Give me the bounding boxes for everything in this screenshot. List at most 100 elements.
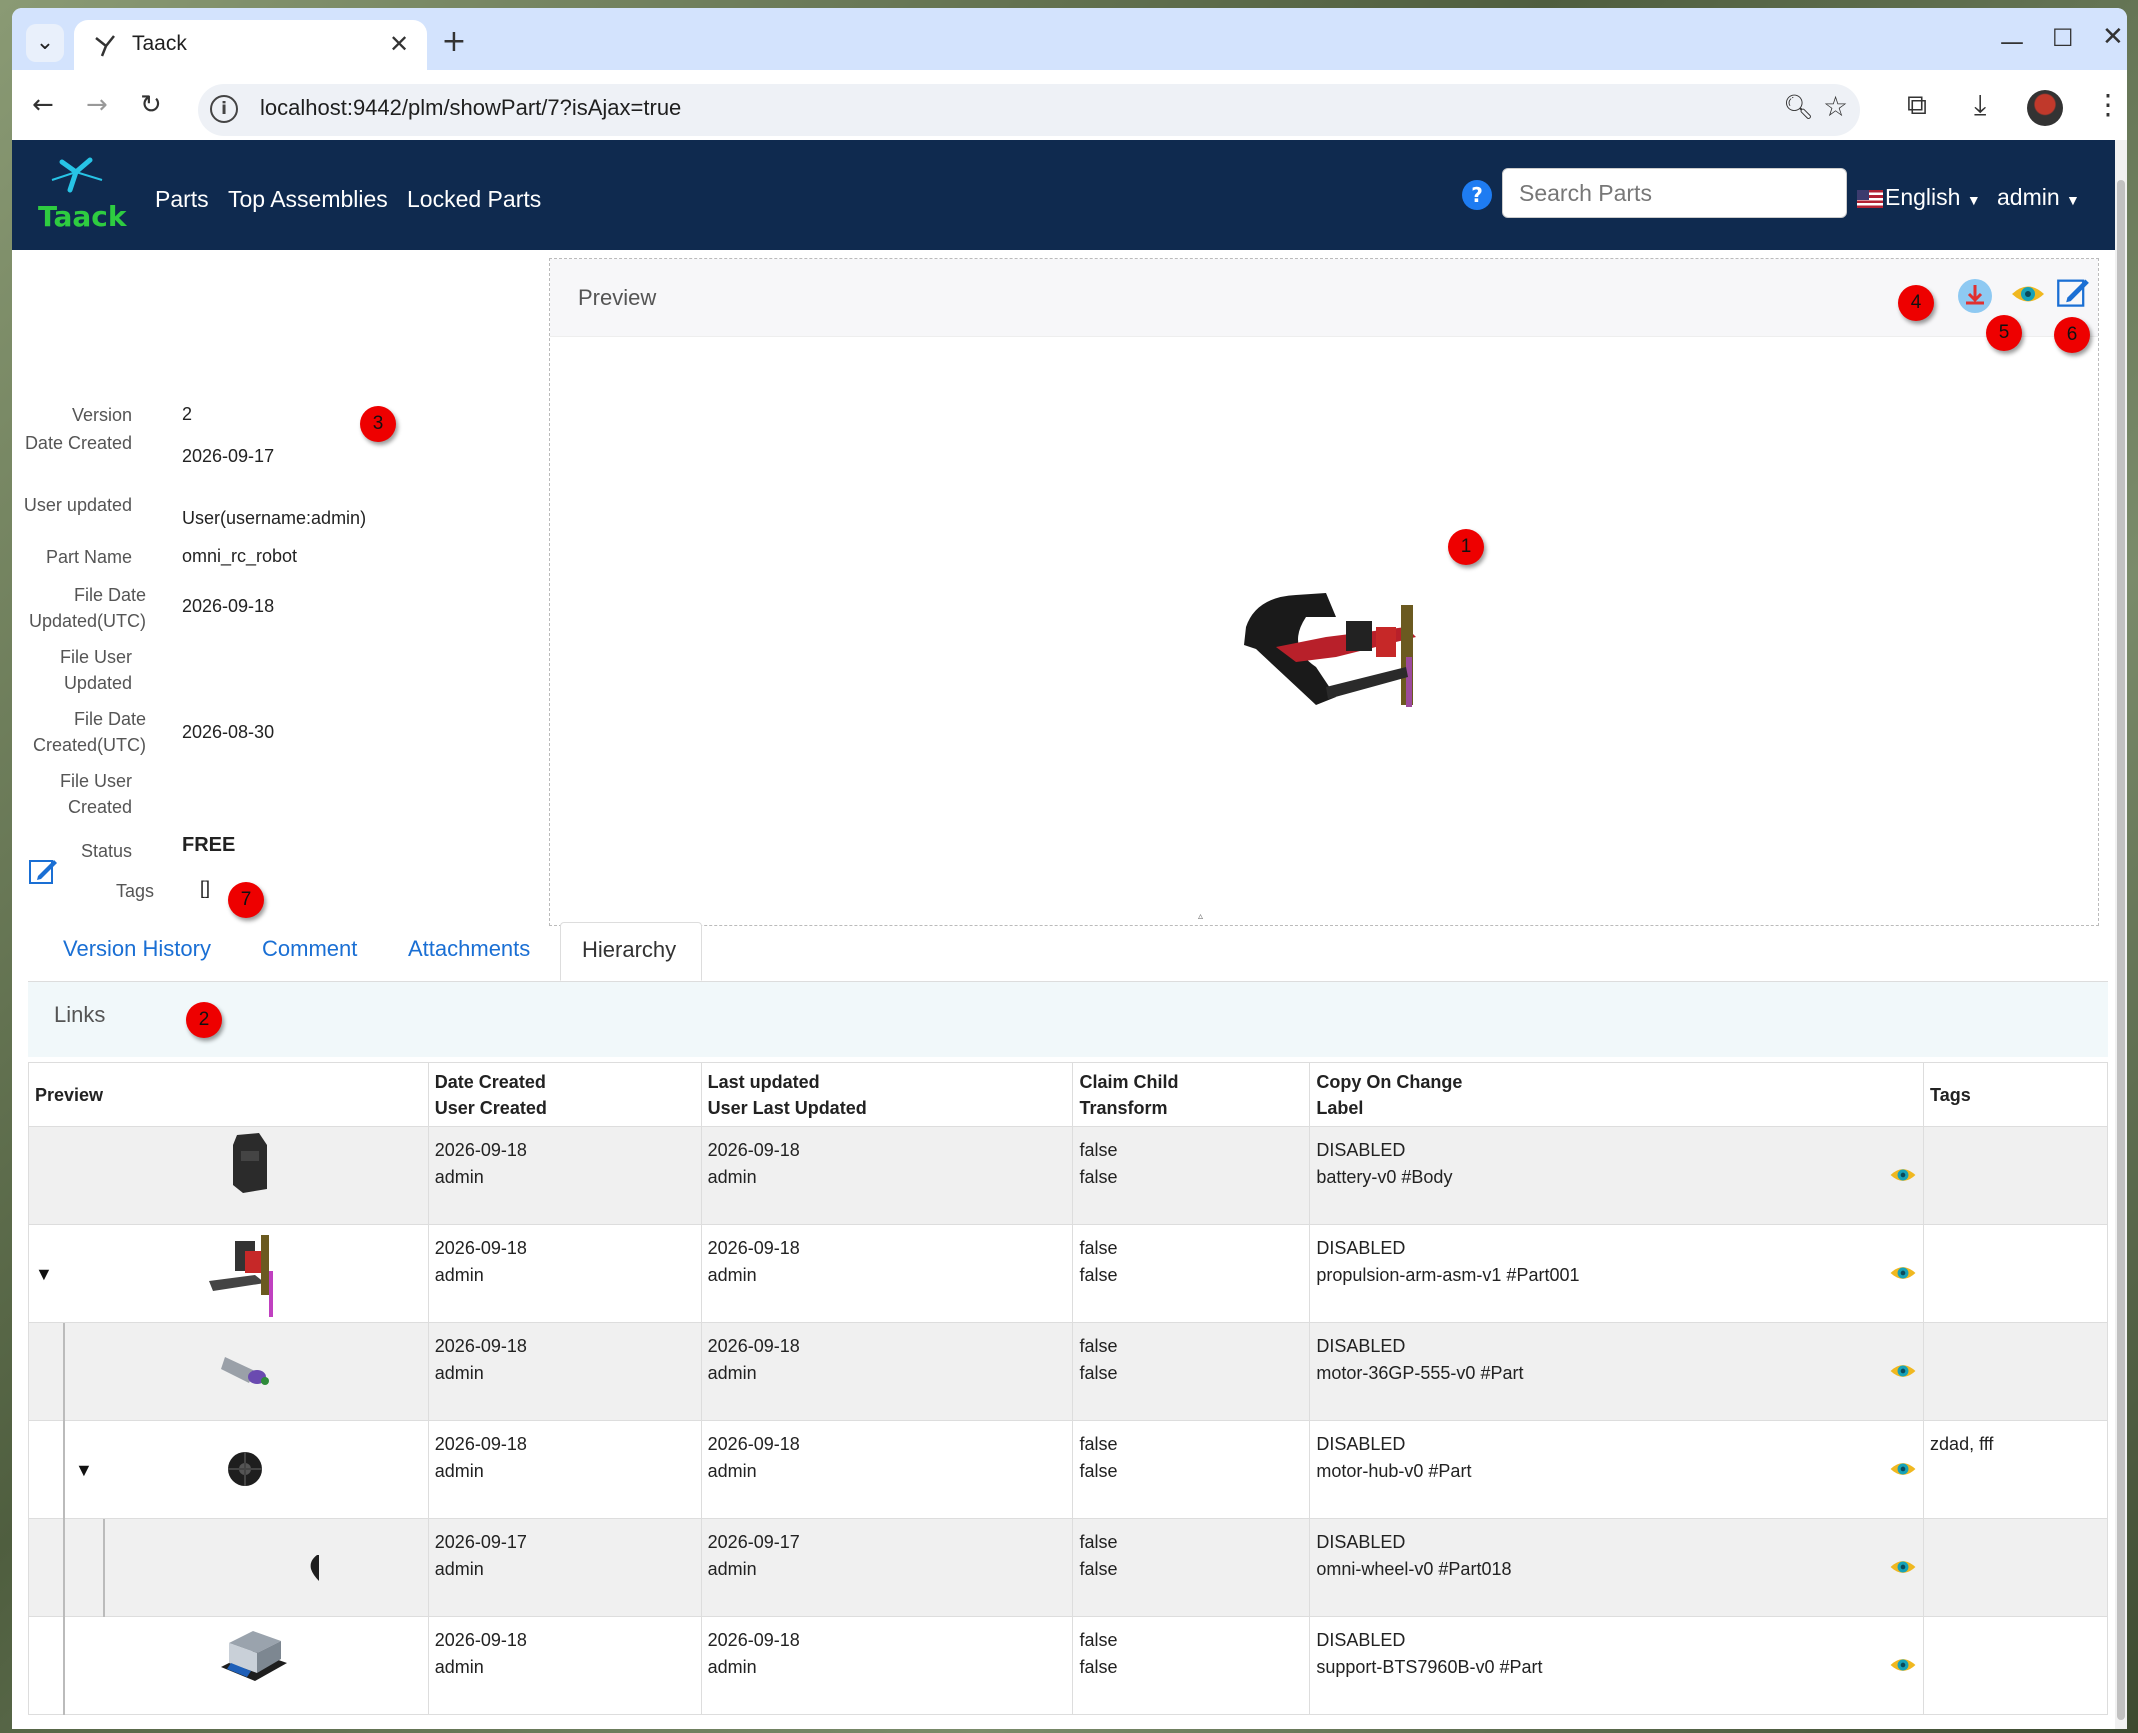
row-date-created: 2026-09-18 admin — [427, 1126, 702, 1225]
eye-icon[interactable] — [1889, 1555, 1917, 1579]
row-last-updated: 2026-09-18 admin — [700, 1126, 1074, 1225]
eye-icon[interactable] — [2010, 279, 2046, 309]
taack-favicon-icon — [95, 35, 115, 57]
tree-line — [63, 1421, 65, 1519]
plus-icon[interactable]: + — [434, 24, 474, 64]
battery-thumbnail[interactable] — [215, 1131, 285, 1197]
language-dropdown[interactable]: English ▼ — [1857, 184, 1981, 211]
eye-icon[interactable] — [1889, 1359, 1917, 1383]
logo-text: Taack — [38, 200, 127, 233]
table-row[interactable]: ▼ 2026-09-18 admin 2026-09-18 admin false f… — [28, 1420, 2108, 1519]
tree-line — [63, 1617, 65, 1715]
omni-wheel-thumbnail[interactable] — [307, 1553, 323, 1583]
extensions-icon[interactable]: ⧉ — [1907, 88, 1927, 122]
scrollbar-thumb[interactable] — [2117, 180, 2125, 1720]
forward-icon[interactable]: → — [86, 90, 108, 120]
search-input[interactable] — [1502, 168, 1847, 218]
collapse-triangle-icon[interactable]: ▼ — [35, 1261, 53, 1288]
preview-title: Preview — [578, 285, 657, 310]
edit-icon[interactable] — [2056, 275, 2090, 309]
nav-locked-parts[interactable]: Locked Parts — [407, 186, 541, 213]
part-name-label: Part Name — [45, 547, 132, 567]
caret-down-icon: ▼ — [1966, 192, 1981, 208]
close-icon[interactable]: ✕ — [389, 30, 409, 58]
table-row[interactable]: 2026-09-17 admin 2026-09-17 admin false fal… — [28, 1518, 2108, 1617]
avatar[interactable] — [2027, 90, 2063, 126]
back-icon[interactable]: ← — [32, 90, 54, 120]
preview-header: Preview 4 5 6 — [550, 259, 2098, 353]
close-window-icon[interactable]: ✕ — [2102, 22, 2124, 52]
tab-comment[interactable]: Comment — [262, 936, 357, 962]
browser-toolbar: ← → ↻ i localhost:9442/plm/showPart/7?is… — [12, 70, 2127, 148]
motor-thumbnail[interactable] — [219, 1343, 275, 1391]
minimize-icon[interactable]: — — [2000, 28, 2024, 56]
row-claim-child: false false — [1072, 1616, 1311, 1715]
file-date-created-value: 2026-08-30 — [182, 722, 275, 742]
collapse-triangle-icon[interactable]: ▼ — [75, 1457, 93, 1484]
part-3d-preview[interactable] — [1236, 587, 1426, 717]
reload-icon[interactable]: ↻ — [140, 90, 162, 120]
row-tags — [1923, 1518, 2108, 1617]
tab-version-history[interactable]: Version History — [63, 936, 211, 962]
nav-top-assemblies[interactable]: Top Assemblies — [228, 186, 388, 213]
tags-label: Tags — [115, 881, 154, 901]
col-claim-child: Claim Child Transform — [1072, 1062, 1311, 1127]
zoom-icon[interactable]: 🔍︎ — [1783, 93, 1813, 121]
user-updated-label: User updated — [23, 495, 132, 515]
file-date-updated-label: File Date Updated(UTC) — [28, 585, 146, 631]
table-row[interactable]: 2026-09-18 admin 2026-09-18 admin false fal… — [28, 1126, 2108, 1225]
links-header: Links 2 — [28, 982, 2108, 1057]
star-icon[interactable]: ☆ — [1823, 90, 1848, 123]
motor-hub-thumbnail[interactable] — [225, 1447, 265, 1491]
propulsion-arm-thumbnail[interactable] — [205, 1231, 285, 1319]
tree-line — [63, 1519, 65, 1617]
browser-window: ⌄ Taack ✕ + — ☐ ✕ ← → ↻ i localhost:9442… — [12, 8, 2127, 1729]
taack-logo[interactable]: Taack — [32, 150, 128, 240]
file-user-updated-label: File User Updated — [59, 647, 132, 693]
user-dropdown[interactable]: admin ▼ — [1997, 184, 2080, 211]
eye-icon[interactable] — [1889, 1261, 1917, 1285]
eye-icon[interactable] — [1889, 1653, 1917, 1677]
row-claim-child: false false — [1072, 1126, 1311, 1225]
row-date-created: 2026-09-18 admin — [427, 1322, 702, 1421]
support-board-thumbnail[interactable] — [217, 1623, 291, 1695]
navbar: Taack Parts Top Assemblies Locked Parts … — [12, 140, 2115, 250]
tab-attachments[interactable]: Attachments — [408, 936, 530, 962]
chevron-down-icon[interactable]: ⌄ — [26, 24, 64, 62]
col-date-created: Date Created User Created — [427, 1062, 702, 1127]
maximize-icon[interactable]: ☐ — [2052, 24, 2074, 52]
table-row[interactable]: 2026-09-18 admin 2026-09-18 admin false fal… — [28, 1616, 2108, 1715]
row-last-updated: 2026-09-18 admin — [700, 1420, 1074, 1519]
tab-title: Taack — [132, 32, 187, 55]
nav-parts[interactable]: Parts — [155, 186, 209, 213]
eye-icon[interactable] — [1889, 1457, 1917, 1481]
row-label: DISABLED battery-v0 #Body — [1309, 1126, 1925, 1225]
help-icon[interactable]: ? — [1462, 180, 1492, 210]
col-copy-on-change: Copy On Change Label — [1309, 1062, 1925, 1127]
url-text: localhost:9442/plm/showPart/7?isAjax=tru… — [260, 95, 682, 120]
table-row[interactable]: ▼ 2026-09-18 admin 2026-09-18 admin false f… — [28, 1224, 2108, 1323]
version-value: 2 — [182, 404, 193, 424]
tab-hierarchy[interactable]: Hierarchy — [560, 922, 702, 981]
download-file-icon[interactable] — [1958, 279, 1992, 313]
tree-line — [63, 1323, 65, 1421]
row-preview — [28, 1322, 429, 1421]
row-last-updated: 2026-09-18 admin — [700, 1616, 1074, 1715]
table-row[interactable]: 2026-09-18 admin 2026-09-18 admin false fal… — [28, 1322, 2108, 1421]
annotation-badge-5: 5 — [1986, 315, 2022, 351]
date-created-label: Date Created — [24, 433, 132, 453]
eye-icon[interactable] — [1889, 1163, 1917, 1187]
user-label: admin — [1997, 184, 2060, 210]
browser-tab[interactable]: Taack ✕ — [74, 20, 427, 72]
table-header-row: Preview Date Created User Created Last up… — [28, 1062, 2108, 1127]
user-updated-value: User(username:admin) — [182, 508, 367, 528]
resize-handle-icon[interactable]: ▵ — [1198, 911, 1203, 922]
info-icon[interactable]: i — [210, 95, 238, 123]
file-date-created-label: File Date Created(UTC) — [32, 709, 146, 755]
address-bar[interactable]: i localhost:9442/plm/showPart/7?isAjax=t… — [198, 84, 1860, 136]
menu-icon[interactable]: ⋮ — [2094, 88, 2122, 121]
row-preview — [28, 1518, 429, 1617]
row-label: DISABLED motor-36GP-555-v0 #Part — [1309, 1322, 1925, 1421]
download-icon[interactable]: ⤓ — [1974, 88, 1986, 122]
file-date-updated-value: 2026-09-18 — [182, 596, 275, 616]
